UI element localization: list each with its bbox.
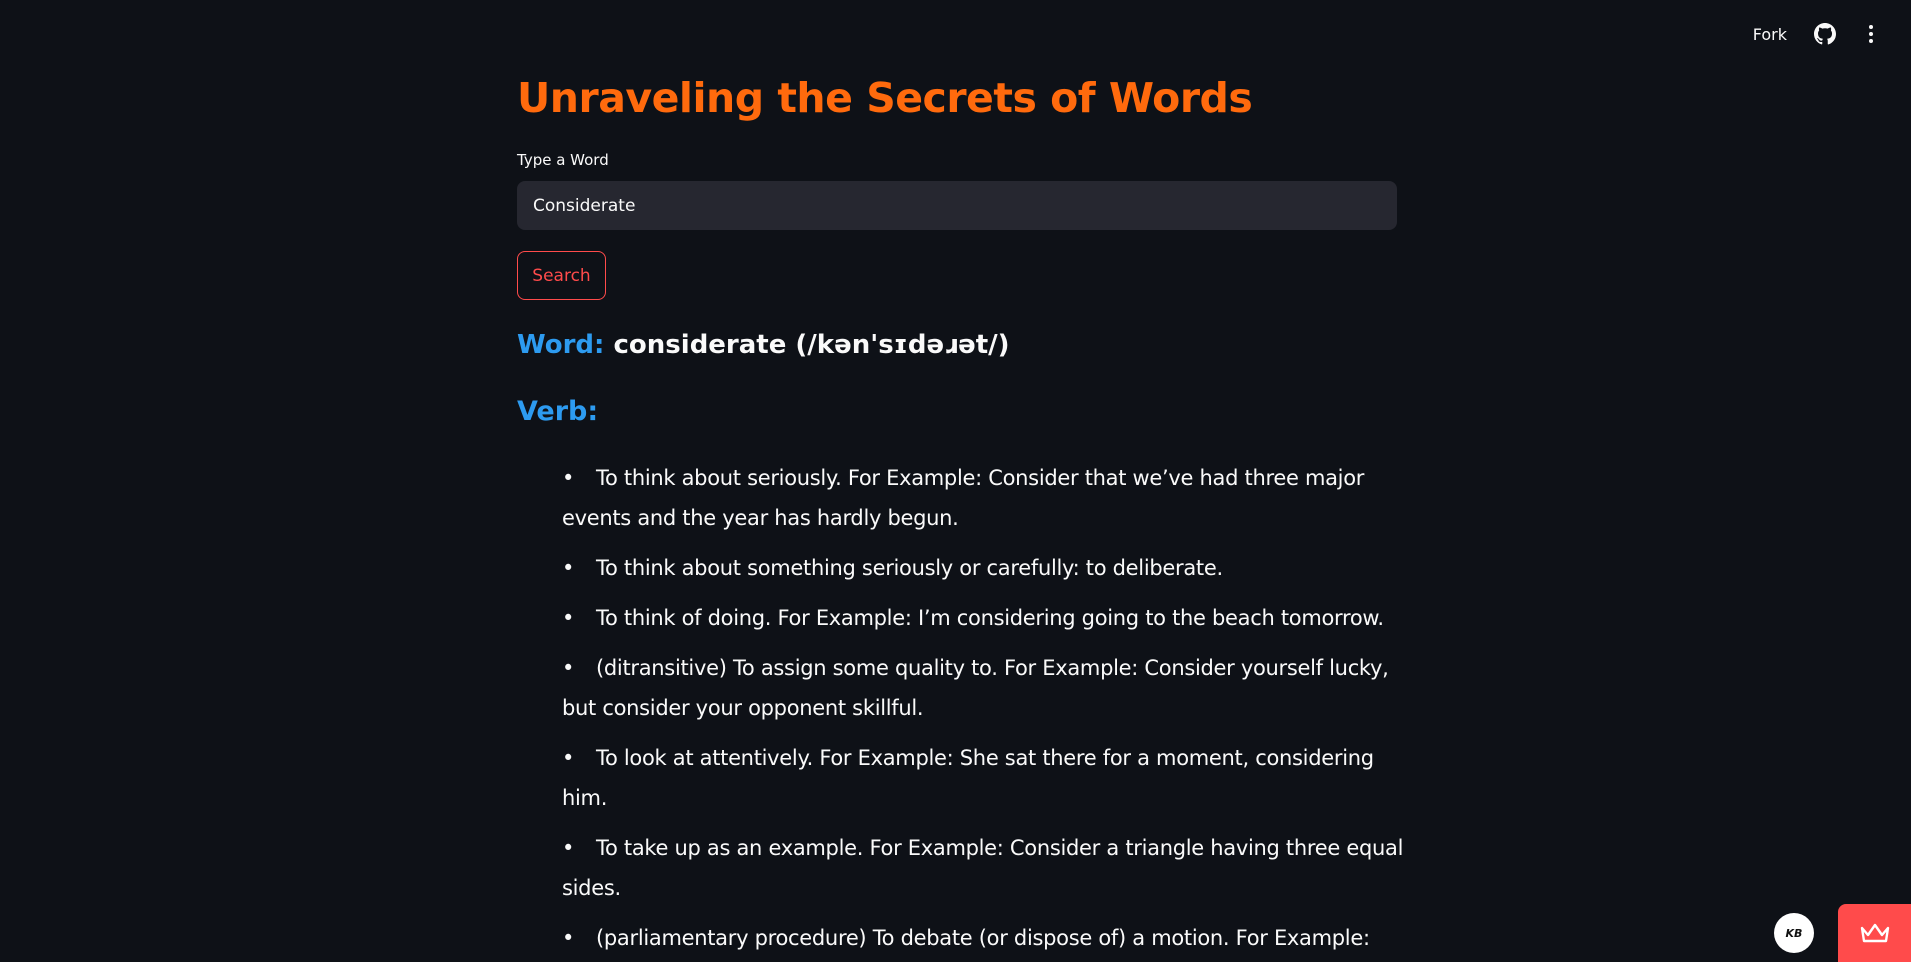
- crown-icon: [1860, 923, 1889, 943]
- bullet: •: [562, 926, 575, 950]
- bullet: •: [562, 466, 575, 490]
- definition-item: • To think about something seriously or c…: [562, 548, 1412, 588]
- avatar[interactable]: KB: [1774, 913, 1814, 953]
- definition-text: To think about seriously. For Example: C…: [562, 466, 1365, 530]
- definition-item: • (ditransitive) To assign some quality t…: [562, 648, 1412, 728]
- bullet: •: [562, 556, 575, 580]
- github-icon[interactable]: [1813, 22, 1837, 46]
- crown-button[interactable]: [1838, 904, 1911, 962]
- bullet: •: [562, 656, 575, 680]
- definition-text: To look at attentively. For Example: She…: [562, 746, 1374, 810]
- word-label: Word:: [517, 330, 605, 360]
- avatar-text: KB: [1785, 926, 1803, 940]
- word-input-label: Type a Word: [517, 151, 609, 169]
- definition-text: To think of doing. For Example: I’m cons…: [596, 606, 1384, 630]
- definition-text: (ditransitive) To assign some quality to…: [562, 656, 1389, 720]
- definition-text: To take up as an example. For Example: C…: [562, 836, 1404, 900]
- page-title: Unraveling the Secrets of Words: [517, 74, 1253, 122]
- part-of-speech-heading: Verb:: [517, 396, 599, 427]
- definition-text: (parliamentary procedure) To debate (or …: [596, 926, 1370, 950]
- word-heading: Word: considerate (/kən'sɪdəɹət/): [517, 330, 1010, 360]
- word-value: considerate (/kən'sɪdəɹət/): [613, 330, 1010, 360]
- menu-dot: [1869, 32, 1873, 36]
- fork-button[interactable]: Fork: [1753, 25, 1787, 44]
- menu-dot: [1869, 25, 1873, 29]
- word-input[interactable]: [517, 181, 1397, 230]
- search-button[interactable]: Search: [517, 251, 606, 300]
- app-root: Fork Unraveling the Secrets of Words Typ…: [0, 0, 1911, 962]
- bullet: •: [562, 606, 575, 630]
- definition-text: To think about something seriously or ca…: [596, 556, 1223, 580]
- definition-item: • To take up as an example. For Example: …: [562, 828, 1412, 908]
- bullet: •: [562, 746, 575, 770]
- menu-dot: [1869, 39, 1873, 43]
- definition-item: • (parliamentary procedure) To debate (or…: [562, 918, 1412, 958]
- more-vertical-icon[interactable]: [1861, 22, 1881, 46]
- top-toolbar: Fork: [1753, 22, 1881, 46]
- definitions-list: • To think about seriously. For Example: …: [562, 458, 1412, 962]
- github-icon-svg: [1814, 23, 1836, 45]
- bullet: •: [562, 836, 575, 860]
- definition-item: • To think of doing. For Example: I’m con…: [562, 598, 1412, 638]
- definition-item: • To look at attentively. For Example: Sh…: [562, 738, 1412, 818]
- definition-item: • To think about seriously. For Example: …: [562, 458, 1412, 538]
